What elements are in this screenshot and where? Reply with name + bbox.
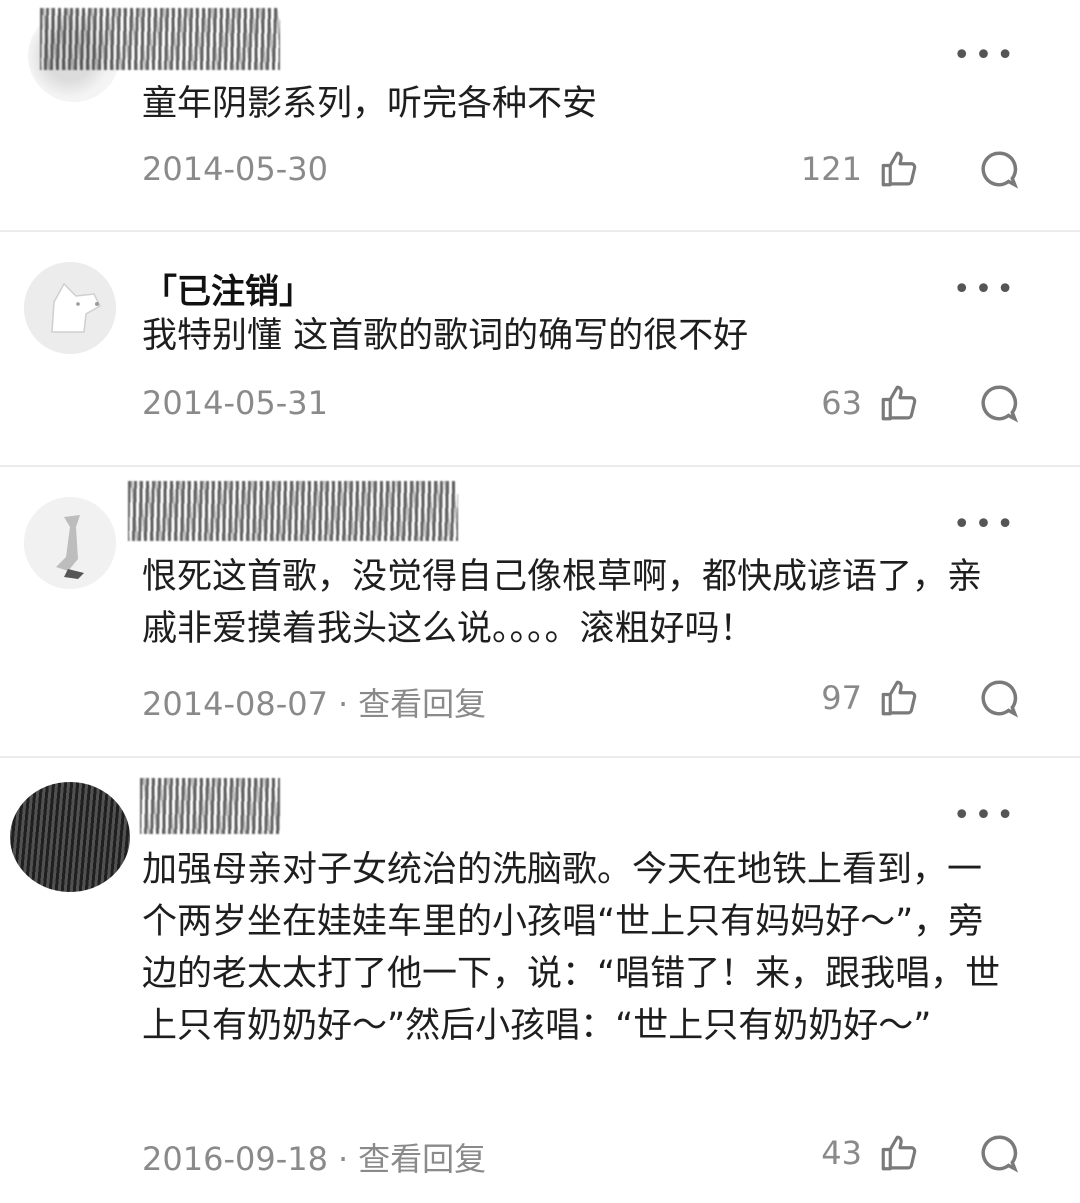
comment-date: 2014-08-07: [142, 685, 328, 723]
comment-feed: ••• 童年阴影系列，听完各种不安 2014-05-30 121 「已注销」 •…: [0, 0, 1080, 1203]
avatar[interactable]: [10, 782, 130, 892]
view-replies-link[interactable]: 查看回复: [358, 1140, 486, 1178]
like-count: 63: [821, 384, 862, 422]
comment-bubble-icon[interactable]: [978, 382, 1020, 424]
comment-bubble-icon[interactable]: [978, 148, 1020, 190]
comment-text: 加强母亲对子女统治的洗脑歌。今天在地铁上看到，一个两岁坐在娃娃车里的小孩唱“世上…: [142, 850, 1001, 1046]
like-count: 121: [800, 150, 862, 188]
comment-item: 「已注销」 ••• 我特别懂 这首歌的歌词的确写的很不好 2014-05-31 …: [0, 232, 1080, 465]
avatar[interactable]: [24, 262, 116, 354]
comment-bubble-icon[interactable]: [978, 677, 1020, 719]
comment-date: 2014-05-30: [142, 150, 328, 188]
comment-bubble-icon[interactable]: [978, 1132, 1020, 1174]
like-count: 97: [821, 679, 862, 717]
comment-item: ••• 恨死这首歌，没觉得自己像根草啊，都快成谚语了，亲戚非爱摸着我头这么说。。…: [0, 467, 1080, 756]
comment-meta: 2014-05-30: [142, 150, 328, 188]
dog-avatar-icon: [24, 262, 116, 354]
username[interactable]: 「已注销」: [143, 264, 313, 313]
figure-avatar-icon: [24, 497, 116, 589]
more-options-button[interactable]: •••: [953, 507, 1018, 542]
username-redacted: [40, 8, 280, 70]
view-replies-link[interactable]: 查看回复: [358, 685, 486, 723]
username-redacted: [128, 481, 458, 541]
comment-item: ••• 加强母亲对子女统治的洗脑歌。今天在地铁上看到，一个两岁坐在娃娃车里的小孩…: [0, 758, 1080, 1203]
more-options-button[interactable]: •••: [953, 38, 1018, 73]
comment-meta: 2014-08-07 · 查看回复: [142, 679, 486, 725]
comment-text: 童年阴影系列，听完各种不安: [142, 84, 598, 124]
more-options-button[interactable]: •••: [953, 272, 1018, 307]
meta-separator: ·: [337, 685, 349, 723]
thumbs-up-icon[interactable]: [878, 382, 920, 424]
username-redacted: [140, 778, 280, 834]
like-count: 43: [821, 1134, 862, 1172]
more-options-button[interactable]: •••: [953, 798, 1018, 833]
thumbs-up-icon[interactable]: [878, 148, 920, 190]
comment-meta: 2016-09-18 · 查看回复: [142, 1134, 486, 1180]
comment-date: 2016-09-18: [142, 1140, 328, 1178]
comment-date: 2014-05-31: [142, 384, 328, 422]
avatar[interactable]: [24, 497, 116, 589]
comment-item: ••• 童年阴影系列，听完各种不安 2014-05-30 121: [0, 0, 1080, 230]
comment-meta: 2014-05-31: [142, 384, 328, 422]
comment-text: 我特别懂 这首歌的歌词的确写的很不好: [142, 316, 749, 356]
thumbs-up-icon[interactable]: [878, 1132, 920, 1174]
thumbs-up-icon[interactable]: [878, 677, 920, 719]
comment-text: 恨死这首歌，没觉得自己像根草啊，都快成谚语了，亲戚非爱摸着我头这么说。。。。滚粗…: [142, 557, 983, 649]
meta-separator: ·: [337, 1140, 349, 1178]
